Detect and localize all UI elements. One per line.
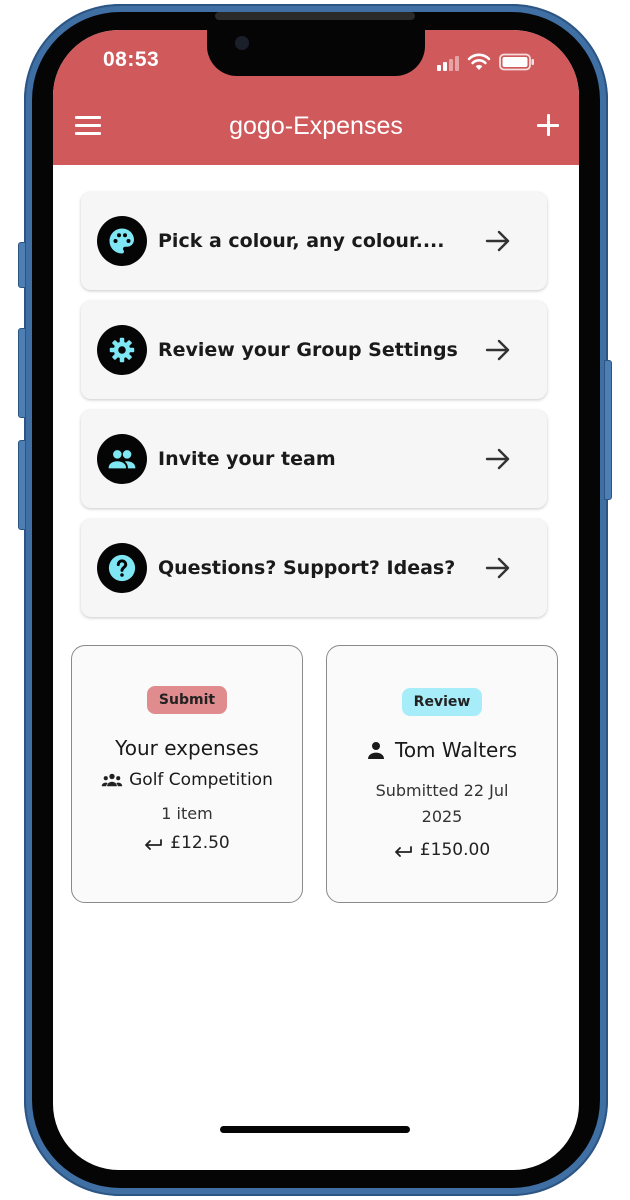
front-camera bbox=[235, 36, 249, 50]
item-count: 1 item bbox=[161, 804, 213, 823]
notch bbox=[207, 30, 425, 76]
status-icons bbox=[437, 51, 535, 71]
phone-screen: 08:53 gogo-Expenses Pick a colour, any c… bbox=[53, 30, 579, 1170]
people-icon bbox=[97, 434, 147, 484]
action-group-settings[interactable]: Review your Group Settings bbox=[81, 301, 547, 399]
action-label: Questions? Support? Ideas? bbox=[158, 557, 456, 579]
tile-title-text: Your expenses bbox=[115, 736, 259, 760]
amount-row: £150.00 bbox=[327, 840, 557, 860]
help-icon bbox=[97, 543, 147, 593]
app-title: gogo-Expenses bbox=[229, 112, 403, 140]
add-icon[interactable] bbox=[537, 114, 559, 136]
arrow-right-icon bbox=[485, 557, 510, 579]
home-indicator[interactable] bbox=[220, 1126, 410, 1133]
action-label: Invite your team bbox=[158, 448, 336, 470]
person-name: Tom Walters bbox=[395, 738, 517, 762]
battery-icon bbox=[499, 53, 534, 71]
status-time: 08:53 bbox=[103, 48, 160, 71]
wifi-icon bbox=[467, 53, 491, 70]
phone-volume-down-button bbox=[18, 440, 26, 530]
gear-icon bbox=[97, 325, 147, 375]
action-pick-colour[interactable]: Pick a colour, any colour.... bbox=[81, 192, 547, 290]
review-badge: Review bbox=[401, 688, 483, 716]
amount-value: £150.00 bbox=[419, 840, 491, 860]
cellular-signal-icon bbox=[437, 55, 459, 71]
phone-power-button bbox=[604, 360, 612, 500]
palette-icon bbox=[97, 216, 147, 266]
group-icon bbox=[101, 773, 123, 787]
amount-row: £12.50 bbox=[72, 833, 302, 853]
group-name: Golf Competition bbox=[129, 770, 273, 790]
phone-volume-up-button bbox=[18, 328, 26, 418]
group-row: Golf Competition bbox=[72, 770, 302, 790]
review-expenses-tile[interactable]: Review Tom Walters Submitted 22 Jul 2025… bbox=[326, 645, 558, 903]
submitted-date: Submitted 22 Jul 2025 bbox=[375, 781, 509, 826]
action-support[interactable]: Questions? Support? Ideas? bbox=[81, 519, 547, 617]
earpiece-speaker bbox=[215, 12, 415, 20]
arrow-right-icon bbox=[485, 230, 510, 252]
submit-expenses-tile[interactable]: Submit Your expenses Golf Competition 1 … bbox=[71, 645, 303, 903]
return-arrow-icon bbox=[145, 839, 163, 850]
action-label: Review your Group Settings bbox=[158, 339, 458, 361]
arrow-right-icon bbox=[485, 448, 510, 470]
action-invite-team[interactable]: Invite your team bbox=[81, 410, 547, 508]
phone-action-button bbox=[18, 242, 26, 288]
person-row: Tom Walters bbox=[327, 738, 557, 762]
submit-badge: Submit bbox=[146, 686, 228, 714]
amount-value: £12.50 bbox=[170, 833, 230, 853]
return-arrow-icon bbox=[394, 846, 412, 857]
tile-title: Your expenses bbox=[72, 736, 302, 760]
person-icon bbox=[368, 742, 384, 759]
action-label: Pick a colour, any colour.... bbox=[158, 230, 445, 252]
arrow-right-icon bbox=[485, 339, 510, 361]
